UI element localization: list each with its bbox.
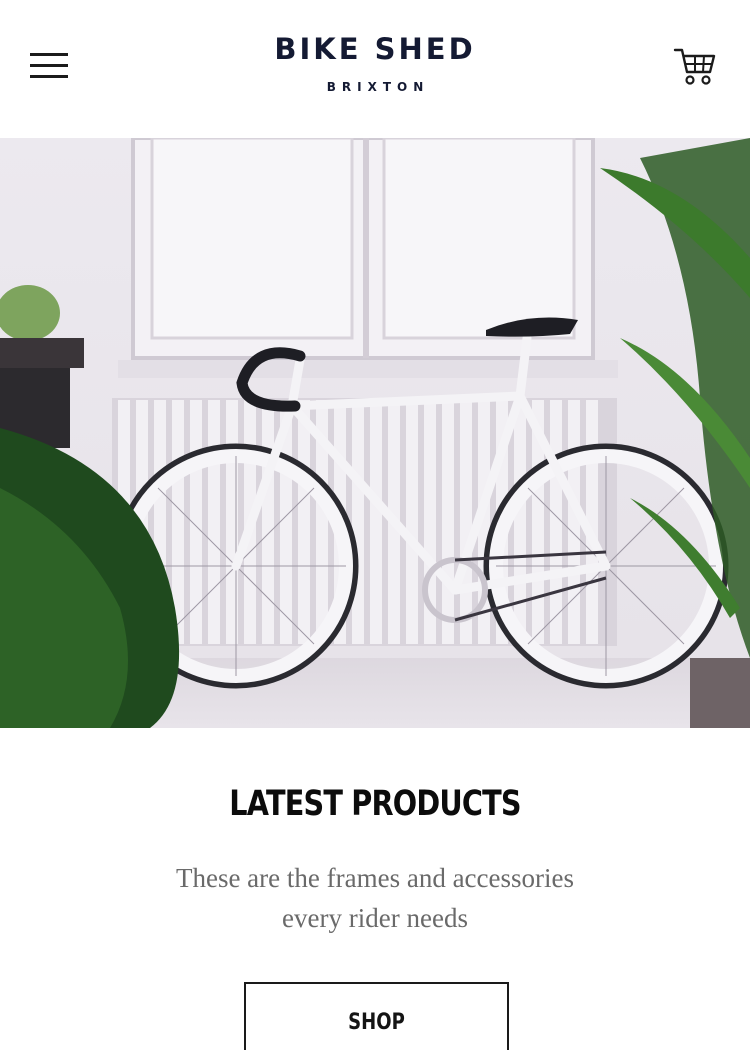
shop-button[interactable]: SHOP [244, 982, 509, 1050]
description-line: These are the frames and accessories [175, 863, 575, 893]
radiator-fins [118, 400, 598, 644]
cart-icon-svg [673, 48, 716, 85]
latest-products-section: LATEST PRODUCTS These are the frames and… [0, 728, 750, 1050]
hero-illustration [0, 138, 750, 728]
brand-logo[interactable]: BIKE SHED BRIXTON [0, 30, 750, 94]
site-header: BIKE SHED BRIXTON [0, 0, 750, 138]
description-line: every rider needs [282, 903, 468, 933]
hero-bicycle-photo [0, 138, 750, 728]
brand-title: BIKE SHED [274, 32, 476, 66]
section-title: LATEST PRODUCTS [229, 784, 521, 824]
brand-subtitle: BRIXTON [326, 80, 430, 94]
shopping-cart-icon[interactable] [672, 44, 718, 88]
shop-button-label: SHOP [348, 1010, 405, 1035]
section-description: These are the frames and accessories eve… [150, 858, 600, 938]
